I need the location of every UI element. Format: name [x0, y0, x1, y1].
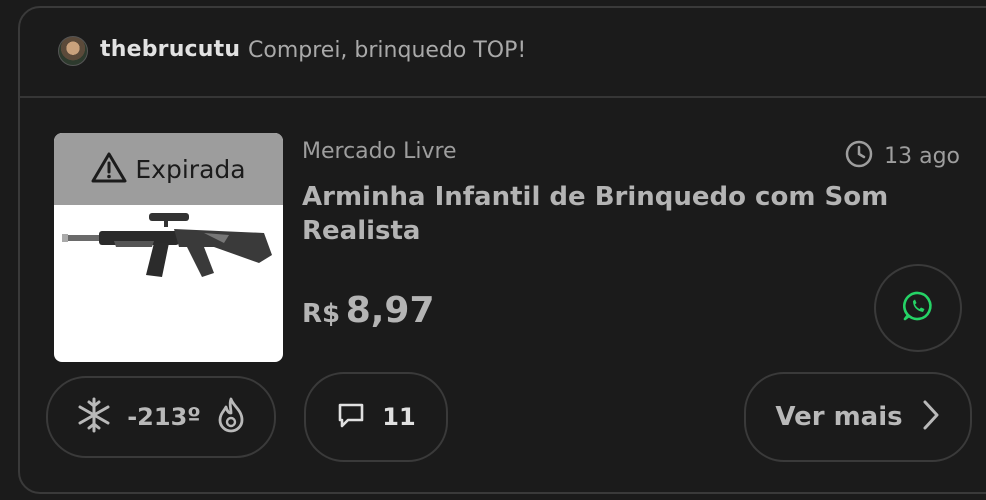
deal-card: thebrucutu Comprei, brinquedo TOP! Expir…: [18, 6, 986, 494]
expired-badge: Expirada: [54, 133, 283, 205]
post-comment: Comprei, brinquedo TOP!: [248, 38, 527, 63]
deal-title[interactable]: Arminha Infantil de Brinquedo com Som Re…: [302, 180, 902, 248]
view-more-button[interactable]: Ver mais: [744, 372, 972, 462]
temperature-value: -213º: [127, 403, 201, 431]
deal-price: R$ 8,97: [302, 290, 435, 331]
price-value: 8,97: [345, 290, 435, 331]
username[interactable]: thebrucutu: [100, 37, 240, 62]
deal-thumbnail[interactable]: Expirada: [54, 133, 283, 362]
flame-icon[interactable]: [215, 396, 247, 438]
post-time: 13 ago: [844, 139, 960, 173]
comment-bubble-icon: [336, 400, 366, 434]
vote-control: -213º: [46, 376, 276, 458]
toy-gun-image: [62, 213, 272, 277]
avatar[interactable]: [58, 36, 88, 66]
view-more-label: Ver mais: [775, 402, 903, 432]
chevron-right-icon: [921, 399, 941, 435]
whatsapp-icon: [901, 289, 935, 327]
store-name[interactable]: Mercado Livre: [302, 139, 457, 164]
snowflake-icon[interactable]: [75, 396, 113, 438]
comment-count: 11: [382, 403, 416, 431]
warning-icon: [91, 151, 127, 187]
expired-label: Expirada: [135, 154, 246, 184]
comments-button[interactable]: 11: [304, 372, 448, 462]
whatsapp-share-button[interactable]: [874, 264, 962, 352]
card-header: thebrucutu Comprei, brinquedo TOP!: [20, 8, 986, 98]
time-text: 13 ago: [884, 143, 960, 169]
price-currency: R$: [302, 299, 341, 329]
clock-icon: [844, 139, 874, 173]
